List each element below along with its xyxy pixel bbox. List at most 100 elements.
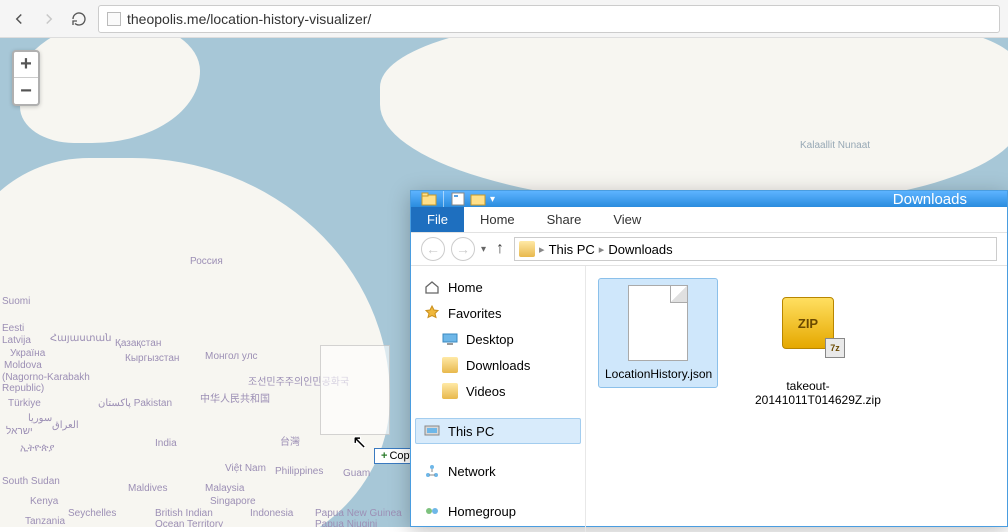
desktop-icon [442, 331, 458, 347]
map-label: Tanzania [25, 516, 65, 527]
map-label: Россия [190, 256, 223, 267]
tab-home[interactable]: Home [464, 207, 531, 232]
map-label: ישראל [6, 426, 33, 437]
ribbon-tabs: File Home Share View [411, 207, 1007, 233]
zoom-out-button[interactable]: − [14, 78, 38, 104]
quick-access-toolbar: ▾ [421, 191, 495, 207]
tab-view[interactable]: View [597, 207, 657, 232]
nav-network-label: Network [448, 464, 496, 479]
nav-videos-label: Videos [466, 384, 506, 399]
map-label: Việt Nam [225, 463, 266, 474]
folder-icon [442, 383, 458, 399]
map-label: Eesti [2, 323, 24, 334]
forward-button[interactable] [38, 8, 60, 30]
nav-homegroup-label: Homegroup [448, 504, 516, 519]
breadcrumb-folder[interactable]: Downloads [608, 242, 672, 257]
folder-icon [442, 357, 458, 373]
properties-icon[interactable] [450, 191, 466, 207]
map-label: Malaysia [205, 483, 244, 494]
home-icon [424, 279, 440, 295]
nav-favorites-label: Favorites [448, 306, 501, 321]
page-icon [107, 12, 121, 26]
titlebar[interactable]: ▾ Downloads [411, 191, 1007, 207]
nav-thispc-label: This PC [448, 424, 494, 439]
nav-downloads-label: Downloads [466, 358, 530, 373]
filename-label: LocationHistory.json [605, 367, 711, 381]
map-label: Moldova [4, 360, 42, 371]
7z-badge-icon: 7z [825, 338, 845, 358]
explorer-forward-button[interactable]: → [451, 237, 475, 261]
plus-icon: + [381, 450, 387, 462]
file-list[interactable]: LocationHistory.json ZIP 7z takeout-2014… [586, 266, 1007, 532]
map-label: Papua New Guinea Papua Niugini [315, 508, 402, 527]
map-label: ኢትዮጵያ [20, 443, 54, 454]
nav-home[interactable]: Home [415, 274, 581, 300]
nav-downloads[interactable]: Downloads [415, 352, 581, 378]
reload-button[interactable] [68, 8, 90, 30]
star-icon [424, 305, 440, 321]
zoom-control: + − [12, 50, 40, 106]
map-label: Кыргызстан [125, 353, 179, 364]
pc-icon [424, 423, 440, 439]
map-label: Հայաստան [50, 333, 112, 344]
document-icon [628, 285, 688, 361]
network-icon [424, 463, 440, 479]
map-label: Indonesia [250, 508, 293, 519]
new-folder-icon[interactable] [470, 191, 486, 207]
breadcrumb[interactable]: ▸ This PC ▸ Downloads [514, 237, 997, 261]
map-label: العراق [52, 420, 79, 431]
explorer-back-button[interactable]: ← [421, 237, 445, 261]
map-label: Україна [10, 348, 45, 359]
nav-thispc[interactable]: This PC [415, 418, 581, 444]
drag-ghost-file [320, 345, 390, 435]
tab-share[interactable]: Share [531, 207, 598, 232]
map-label: سوريا [28, 413, 52, 424]
nav-home-label: Home [448, 280, 483, 295]
map-label: Suomi [2, 296, 30, 307]
map-label: پاکستان Pakistan [98, 398, 172, 409]
map-label: Kenya [30, 496, 58, 507]
pc-icon [519, 241, 535, 257]
map-label: Seychelles [68, 508, 116, 519]
nav-network[interactable]: Network [415, 458, 581, 484]
homegroup-icon [424, 503, 440, 519]
map-label: Philippines [275, 466, 323, 477]
address-row: ← → ▾ ↑ ▸ This PC ▸ Downloads [411, 233, 1007, 266]
nav-favorites[interactable]: Favorites [415, 300, 581, 326]
address-bar[interactable]: theopolis.me/location-history-visualizer… [98, 5, 1000, 33]
file-takeout-zip[interactable]: ZIP 7z takeout-20141011T014629Z.zip [748, 278, 868, 414]
map-label: Singapore [210, 496, 256, 507]
url-text: theopolis.me/location-history-visualizer… [127, 11, 371, 27]
back-button[interactable] [8, 8, 30, 30]
map-label: Guam [343, 468, 370, 479]
folder-icon[interactable] [421, 191, 437, 207]
recent-locations-dropdown[interactable]: ▾ [481, 244, 486, 255]
nav-homegroup[interactable]: Homegroup [415, 498, 581, 524]
filename-label: takeout-20141011T014629Z.zip [755, 379, 861, 407]
chevron-right-icon[interactable]: ▸ [539, 243, 545, 256]
map-label: Maldives [128, 483, 167, 494]
map-label: (Nagorno-Karabakh Republic) [2, 372, 90, 394]
nav-desktop[interactable]: Desktop [415, 326, 581, 352]
file-explorer-window: ▾ Downloads File Home Share View ← → ▾ ↑… [410, 190, 1008, 527]
qat-dropdown-icon[interactable]: ▾ [490, 194, 495, 205]
map-label: 台灣 [280, 433, 300, 448]
map-label: Türkiye [8, 398, 41, 409]
file-locationhistory-json[interactable]: LocationHistory.json [598, 278, 718, 388]
nav-videos[interactable]: Videos [415, 378, 581, 404]
map-label: Kalaallit Nunaat [800, 140, 870, 151]
window-title: Downloads [893, 191, 967, 208]
map-label: 中华人民共和国 [200, 390, 270, 405]
browser-toolbar: theopolis.me/location-history-visualizer… [0, 0, 1008, 38]
chevron-right-icon[interactable]: ▸ [599, 243, 605, 256]
zoom-in-button[interactable]: + [14, 52, 38, 78]
tab-file[interactable]: File [411, 207, 464, 232]
navigation-pane: Home Favorites Desktop Downloads Videos … [411, 266, 586, 532]
map-label: Қазақстан [115, 338, 161, 349]
map-label: Монгол улс [205, 351, 258, 362]
breadcrumb-root[interactable]: This PC [549, 242, 595, 257]
zip-icon: ZIP 7z [782, 297, 834, 349]
nav-desktop-label: Desktop [466, 332, 514, 347]
up-button[interactable]: ↑ [492, 240, 508, 258]
map-label: India [155, 438, 177, 449]
